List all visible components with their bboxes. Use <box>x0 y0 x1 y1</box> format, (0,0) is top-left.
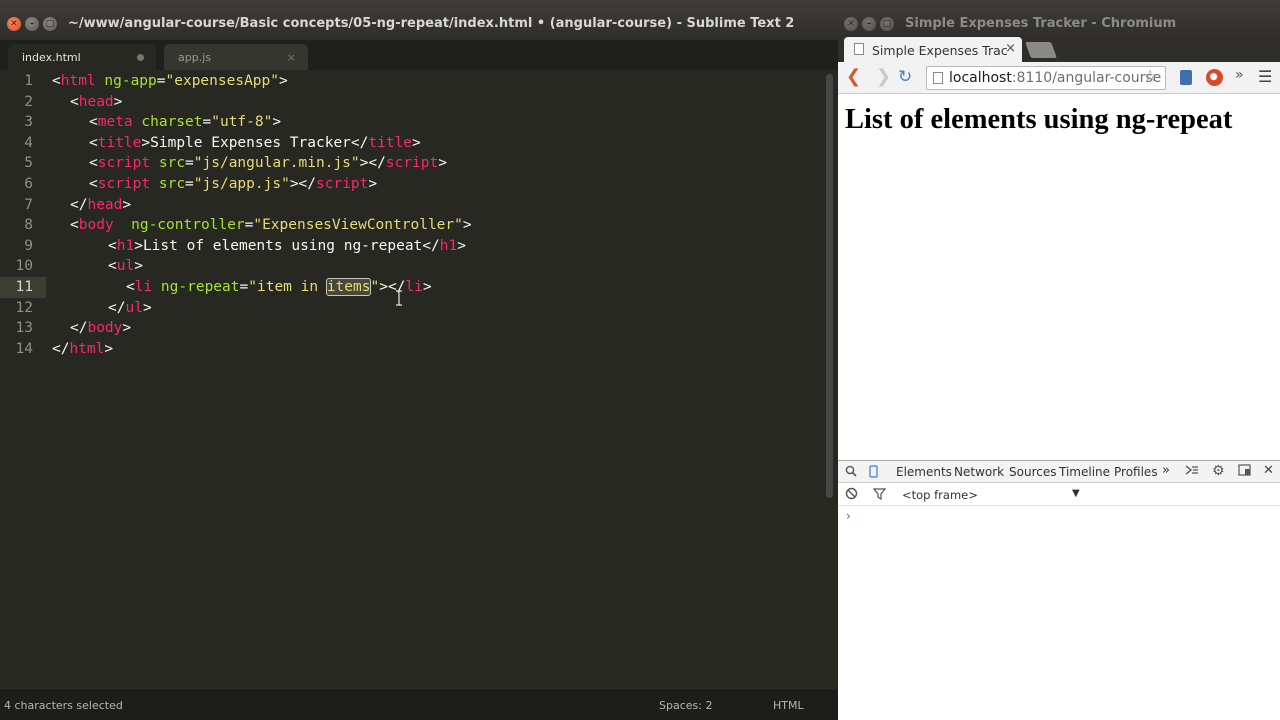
line-number: 7 <box>24 197 33 213</box>
more-extensions-icon[interactable]: » <box>1235 67 1244 83</box>
browser-tab[interactable]: Simple Expenses Trac × <box>844 37 1022 62</box>
page-icon <box>854 43 864 55</box>
tab-label: app.js <box>178 51 211 64</box>
tab-title: Simple Expenses Trac <box>872 43 1008 58</box>
tab-timeline[interactable]: Timeline <box>1059 465 1110 479</box>
text-selection: items <box>325 278 372 296</box>
code-line-6[interactable]: <script src="js/app.js"></script> <box>89 176 377 192</box>
code-line-2[interactable]: <head> <box>70 94 122 110</box>
tab-profiles[interactable]: Profiles <box>1114 465 1158 479</box>
code-line-8[interactable]: <body ng-controller="ExpensesViewControl… <box>70 217 472 233</box>
maximize-icon[interactable]: □ <box>43 17 57 31</box>
line-number: 14 <box>15 341 33 357</box>
tab-network[interactable]: Network <box>954 465 1004 479</box>
code-line-3[interactable]: <meta charset="utf-8"> <box>89 114 281 130</box>
line-number: 10 <box>15 258 33 274</box>
sublime-window: ✕ – □ ~/www/angular-course/Basic concept… <box>0 0 838 720</box>
frame-selector[interactable]: <top frame> <box>902 488 978 502</box>
line-number: 1 <box>24 73 33 89</box>
code-line-7[interactable]: </head> <box>70 197 131 213</box>
code-line-12[interactable]: </ul> <box>108 300 152 316</box>
minimize-icon[interactable]: – <box>25 17 39 31</box>
close-icon[interactable]: ✕ <box>7 17 21 31</box>
reload-icon[interactable]: ↻ <box>898 67 912 87</box>
window-title: ~/www/angular-course/Basic concepts/05-n… <box>68 16 795 31</box>
page-heading: List of elements using ng-repeat <box>845 104 1233 135</box>
page-icon <box>933 72 943 84</box>
tab-sources[interactable]: Sources <box>1009 465 1056 479</box>
extension-icon-2[interactable] <box>1206 69 1223 86</box>
devtools-toolbar: Elements Network Sources Timeline Profil… <box>838 461 1280 483</box>
line-number: 2 <box>24 94 33 110</box>
code-line-4[interactable]: <title>Simple Expenses Tracker</title> <box>89 135 421 151</box>
star-icon[interactable]: ☆ <box>1143 66 1157 85</box>
extension-icon[interactable] <box>1180 70 1192 85</box>
line-number-current: 11 <box>15 279 33 295</box>
code-line-11[interactable]: <li ng-repeat="item in items"></li> <box>126 278 432 296</box>
selection-status: 4 characters selected <box>4 699 123 712</box>
code-line-13[interactable]: </body> <box>70 320 131 336</box>
address-bar[interactable]: localhost:8110/angular-course <box>926 66 1166 90</box>
line-number: 12 <box>15 300 33 316</box>
console-drawer-icon[interactable] <box>1185 464 1199 480</box>
close-icon[interactable]: ✕ <box>844 17 858 31</box>
code-line-10[interactable]: <ul> <box>108 258 143 274</box>
menu-icon[interactable]: ☰ <box>1258 67 1272 86</box>
window-controls: ✕ – □ <box>844 17 894 31</box>
dock-icon[interactable] <box>1238 464 1251 479</box>
console-prompt[interactable]: › <box>846 509 851 523</box>
chromium-window: ✕ – □ Simple Expenses Tracker - Chromium… <box>838 0 1280 720</box>
device-mode-icon[interactable] <box>869 465 878 481</box>
code-line-14[interactable]: </html> <box>52 341 113 357</box>
console-toolbar: <top frame> ▼ <box>838 484 1280 506</box>
line-number: 9 <box>24 238 33 254</box>
forward-icon[interactable]: ❯ <box>876 67 891 87</box>
url-host: localhost <box>949 70 1012 86</box>
chevron-down-icon[interactable]: ▼ <box>1072 488 1080 499</box>
line-number: 8 <box>24 217 33 233</box>
more-tabs-icon[interactable]: » <box>1162 463 1170 478</box>
line-number: 5 <box>24 155 33 171</box>
tab-elements[interactable]: Elements <box>896 465 952 479</box>
url-path: :8110/angular-course <box>1011 70 1162 86</box>
scrollbar[interactable] <box>826 74 833 498</box>
search-icon[interactable] <box>845 465 857 480</box>
new-tab-button[interactable] <box>1025 42 1057 58</box>
line-number: 4 <box>24 135 33 151</box>
indentation-status[interactable]: Spaces: 2 <box>659 699 712 712</box>
line-number: 3 <box>24 114 33 130</box>
filter-icon[interactable] <box>872 487 887 503</box>
line-number-gutter: 1 2 3 4 5 6 7 8 9 10 11 12 13 14 <box>0 70 46 690</box>
code-line-9[interactable]: <h1>List of elements using ng-repeat</h1… <box>108 238 466 254</box>
maximize-icon[interactable]: □ <box>880 17 894 31</box>
tab-label: index.html <box>22 51 81 64</box>
tab-app-js[interactable]: app.js × <box>164 44 308 70</box>
tab-bar: index.html app.js × <box>0 40 838 70</box>
unsaved-dot-icon[interactable] <box>137 54 144 61</box>
chromium-titlebar: ✕ – □ Simple Expenses Tracker - Chromium <box>838 0 1280 38</box>
window-controls: ✕ – □ <box>7 17 57 31</box>
window-title: Simple Expenses Tracker - Chromium <box>905 16 1177 31</box>
status-bar: 4 characters selected Spaces: 2 HTML <box>0 690 838 720</box>
close-icon[interactable]: ✕ <box>1263 463 1274 478</box>
minimize-icon[interactable]: – <box>862 17 876 31</box>
code-line-1[interactable]: <html ng-app="expensesApp"> <box>52 73 288 89</box>
syntax-status[interactable]: HTML <box>773 699 804 712</box>
browser-toolbar: ❮ ❯ ↻ localhost:8110/angular-course ☆ » … <box>838 62 1280 94</box>
devtools-panel: Elements Network Sources Timeline Profil… <box>838 460 1280 720</box>
close-tab-icon[interactable]: × <box>1005 41 1016 56</box>
text-cursor-icon <box>396 290 402 306</box>
code-line-5[interactable]: <script src="js/angular.min.js"></script… <box>89 155 447 171</box>
line-number: 6 <box>24 176 33 192</box>
close-tab-icon[interactable]: × <box>287 51 296 64</box>
settings-gear-icon[interactable]: ⚙ <box>1212 463 1225 479</box>
page-viewport: List of elements using ng-repeat <box>838 94 1280 460</box>
tab-strip: Simple Expenses Trac × <box>838 36 1280 62</box>
back-icon[interactable]: ❮ <box>846 67 861 87</box>
line-number: 13 <box>15 320 33 336</box>
tab-index-html[interactable]: index.html <box>8 44 156 70</box>
clear-console-icon[interactable] <box>845 487 858 503</box>
